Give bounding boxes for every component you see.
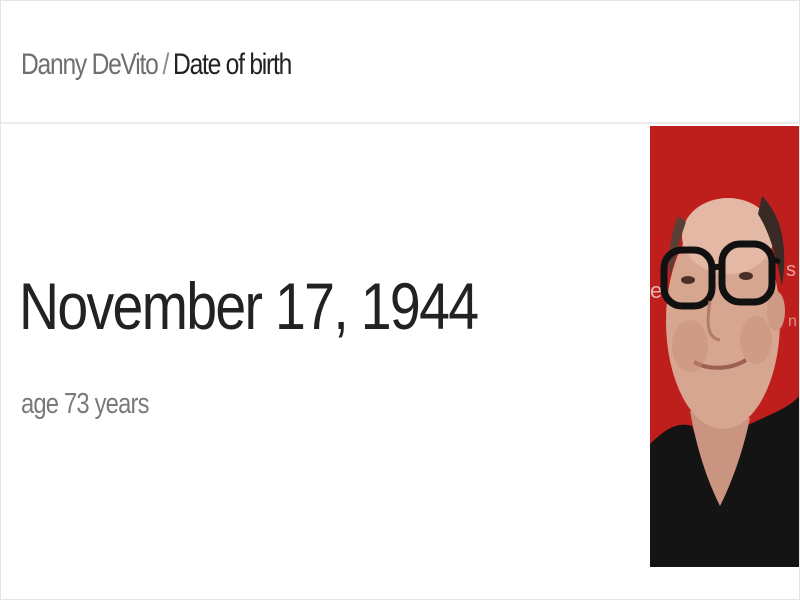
entity-photo[interactable]: e s n [650,126,799,567]
svg-text:e: e [650,278,662,303]
breadcrumb-attribute: Date of birth [173,48,292,81]
answer-subtext: age 73 years [21,388,149,420]
svg-text:s: s [786,259,796,281]
card-header: Danny DeVito / Date of birth [1,1,799,124]
answer-value: November 17, 1944 [19,269,479,343]
breadcrumb-entity-link[interactable]: Danny DeVito [21,48,159,81]
breadcrumb: Danny DeVito / Date of birth [21,45,292,85]
knowledge-card: Danny DeVito / Date of birth November 17, … [0,0,800,600]
breadcrumb-separator: / [162,48,170,81]
entity-photo-image: e s n [650,126,799,567]
svg-text:n: n [788,313,797,330]
